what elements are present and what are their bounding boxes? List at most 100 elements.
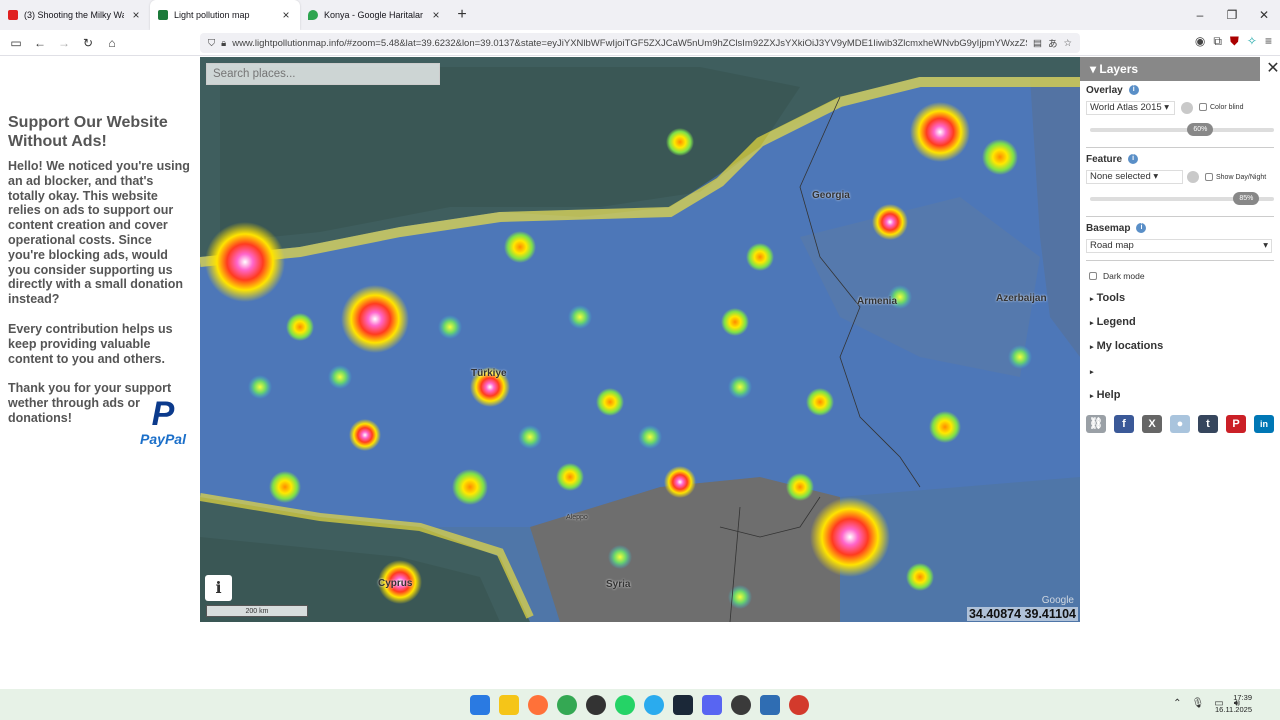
- basemap-select[interactable]: Road map ▾: [1086, 239, 1272, 253]
- overlay-opacity-handle[interactable]: 60%: [1187, 123, 1214, 136]
- account-icon[interactable]: ◉: [1195, 34, 1205, 49]
- clock-date: 16.11.2025: [1215, 705, 1252, 714]
- menu-icon[interactable]: ≡: [1265, 34, 1272, 49]
- address-bar[interactable]: ⛉ 🔒︎ www.lightpollutionmap.info/#zoom=5.…: [200, 33, 1080, 53]
- tab-label: Light pollution map: [174, 10, 250, 20]
- layers-header[interactable]: ▾ Layers: [1080, 57, 1280, 81]
- lock-icon[interactable]: 🔒︎: [221, 38, 226, 49]
- help-section[interactable]: ▸ Help: [1090, 389, 1120, 401]
- extension-icon[interactable]: ✧: [1247, 34, 1257, 49]
- close-tab-icon[interactable]: ×: [430, 8, 442, 22]
- system-clock[interactable]: 17:39 16.11.2025: [1215, 692, 1252, 716]
- tab-light-pollution[interactable]: Light pollution map ×: [150, 0, 300, 30]
- maximize-icon[interactable]: ❐: [1216, 0, 1248, 30]
- app-icon[interactable]: [789, 695, 809, 715]
- facebook-icon[interactable]: f: [1114, 415, 1134, 433]
- start-menu-icon[interactable]: [470, 695, 490, 715]
- close-tab-icon[interactable]: ×: [280, 8, 292, 22]
- chevron-up-icon[interactable]: ⌃: [1173, 698, 1181, 709]
- whatsapp-icon[interactable]: [615, 695, 635, 715]
- tab-youtube[interactable]: (3) Shooting the Milky Way from ×: [0, 0, 150, 30]
- overlay-select[interactable]: World Atlas 2015 ▾: [1086, 101, 1175, 115]
- x-icon[interactable]: X: [1142, 415, 1162, 433]
- ublock-icon[interactable]: ⛊: [1230, 34, 1239, 49]
- overlay-opacity-slider[interactable]: 60%: [1090, 123, 1274, 136]
- my-locations-section[interactable]: ▸ My locations: [1090, 340, 1163, 352]
- search-places-input[interactable]: [206, 63, 440, 85]
- forward-icon[interactable]: →: [52, 36, 76, 50]
- firefox-icon[interactable]: [528, 695, 548, 715]
- new-tab-icon[interactable]: +: [450, 6, 474, 24]
- dark-mode-checkbox[interactable]: Dark mode: [1089, 271, 1145, 281]
- donation-title: Support Our Website Without Ads!: [8, 114, 168, 150]
- google-attribution[interactable]: Google: [1042, 595, 1074, 606]
- toolbar-right: ◉ ⧉ ⛊ ✧ ≡: [1195, 34, 1272, 49]
- translate-icon[interactable]: あ: [1048, 36, 1058, 50]
- shield-icon[interactable]: ⛉: [208, 38, 215, 49]
- overlay-settings-icon[interactable]: [1181, 102, 1193, 114]
- light-pollution-favicon-icon: [158, 10, 168, 20]
- caret-right-icon: ▸: [1090, 296, 1094, 303]
- overlay-label: Overlay: [1086, 85, 1123, 96]
- empty-section[interactable]: ▸: [1090, 365, 1094, 377]
- light-pollution-map[interactable]: Georgia Armenia Azerbaijan Türkiye Syria…: [200, 57, 1080, 622]
- tools-section[interactable]: ▸ Tools: [1090, 292, 1125, 304]
- info-icon[interactable]: i: [1136, 223, 1147, 234]
- feature-section-label: Feature i: [1086, 154, 1139, 165]
- caret-right-icon: ▸: [1090, 369, 1094, 376]
- info-icon[interactable]: i: [1128, 154, 1139, 165]
- color-blind-checkbox[interactable]: Color blind: [1199, 103, 1243, 111]
- tumblr-icon[interactable]: t: [1198, 415, 1218, 433]
- map-label-cyprus: Cyprus: [378, 578, 413, 589]
- basemap-label: Basemap: [1086, 223, 1131, 234]
- sidebar-toggle-icon[interactable]: ▭: [4, 36, 28, 50]
- microphone-icon[interactable]: 🎙︎: [1192, 698, 1205, 709]
- home-icon[interactable]: ⌂: [100, 36, 124, 50]
- app-icon[interactable]: [760, 695, 780, 715]
- map-label-azerbaijan: Azerbaijan: [996, 293, 1047, 304]
- steam-icon[interactable]: [673, 695, 693, 715]
- info-icon[interactable]: i: [1128, 85, 1139, 96]
- basemap-section-label: Basemap i: [1086, 223, 1147, 234]
- map-label-aleppo: Aleppo: [566, 514, 588, 521]
- basemap-select-value: Road map: [1090, 240, 1134, 251]
- link-icon[interactable]: ⛓: [1086, 415, 1106, 433]
- feature-settings-icon[interactable]: [1187, 171, 1199, 183]
- show-daynight-checkbox[interactable]: Show Day/Night: [1205, 173, 1266, 181]
- map-info-button[interactable]: i: [205, 575, 232, 601]
- feature-select[interactable]: None selected ▾: [1086, 170, 1183, 184]
- feature-opacity-slider[interactable]: 85%: [1090, 192, 1274, 205]
- reader-icon[interactable]: ▤: [1033, 38, 1042, 49]
- checkbox-icon[interactable]: [1199, 103, 1207, 111]
- navigation-bar: ▭ ← → ↻ ⌂ ⛉ 🔒︎ www.lightpollutionmap.inf…: [0, 30, 1280, 56]
- window-controls: – ❐ ✕: [1184, 0, 1280, 30]
- checkbox-icon[interactable]: [1089, 272, 1097, 280]
- minimize-icon[interactable]: –: [1184, 0, 1216, 30]
- url-text[interactable]: www.lightpollutionmap.info/#zoom=5.48&la…: [232, 38, 1027, 49]
- divider: [1086, 260, 1274, 261]
- chrome-icon[interactable]: [557, 695, 577, 715]
- app-icon[interactable]: [731, 695, 751, 715]
- tab-google-maps[interactable]: Konya - Google Haritalar ×: [300, 0, 450, 30]
- back-icon[interactable]: ←: [28, 36, 52, 50]
- feature-opacity-handle[interactable]: 85%: [1233, 192, 1260, 205]
- telegram-icon[interactable]: [644, 695, 664, 715]
- close-tab-icon[interactable]: ×: [130, 8, 142, 22]
- reddit-icon[interactable]: ●: [1170, 415, 1190, 433]
- checkbox-icon[interactable]: [1205, 173, 1213, 181]
- close-panel-icon[interactable]: ✕: [1260, 57, 1280, 81]
- extensions-icon[interactable]: ⧉: [1213, 34, 1222, 49]
- paypal-button[interactable]: P PayPal: [135, 397, 191, 447]
- close-window-icon[interactable]: ✕: [1248, 0, 1280, 30]
- linkedin-icon[interactable]: in: [1254, 415, 1274, 433]
- reload-icon[interactable]: ↻: [76, 36, 100, 50]
- map-canvas[interactable]: [200, 57, 1080, 622]
- layers-title-text: Layers: [1099, 62, 1139, 76]
- pinterest-icon[interactable]: P: [1226, 415, 1246, 433]
- chatgpt-icon[interactable]: [586, 695, 606, 715]
- tab-label: Konya - Google Haritalar: [324, 10, 424, 20]
- file-explorer-icon[interactable]: [499, 695, 519, 715]
- legend-section[interactable]: ▸ Legend: [1090, 316, 1136, 328]
- bookmark-star-icon[interactable]: ☆: [1063, 38, 1072, 49]
- discord-icon[interactable]: [702, 695, 722, 715]
